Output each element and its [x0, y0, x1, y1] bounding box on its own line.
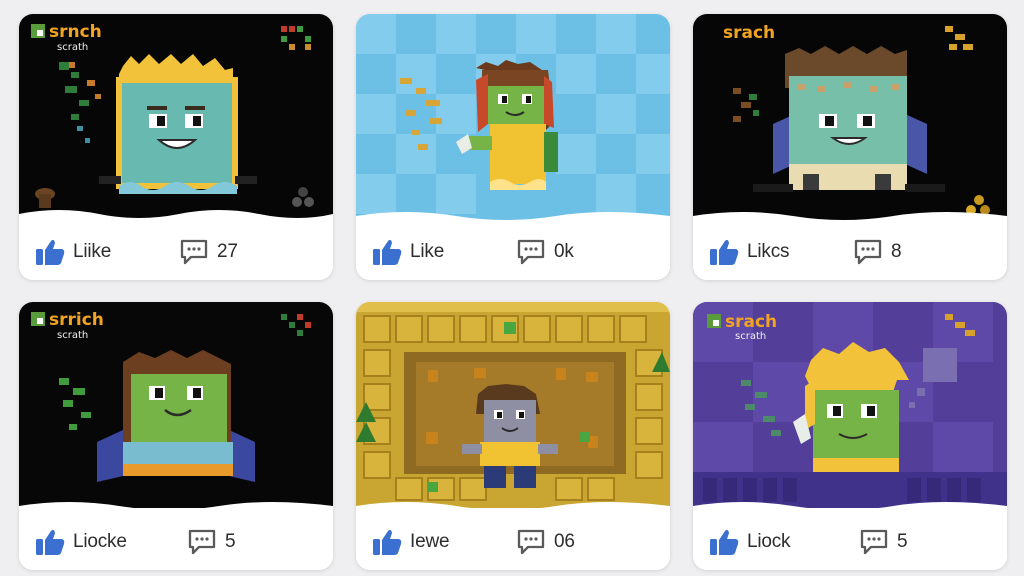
like-button[interactable]: Liike	[35, 238, 111, 266]
comment-count: 06	[554, 531, 575, 552]
like-label: Liocke	[73, 531, 127, 552]
comment-count: 27	[217, 241, 238, 262]
comment-bubble-icon	[516, 238, 546, 266]
like-label: Iewe	[410, 531, 450, 552]
svg-text:srach: srach	[723, 23, 775, 43]
comment-button[interactable]: 5	[187, 528, 236, 556]
like-label: Likcs	[747, 241, 790, 262]
comment-bubble-icon	[516, 528, 546, 556]
svg-text:srach: srach	[725, 312, 777, 332]
like-button[interactable]: Iewe	[372, 528, 450, 556]
project-card[interactable]: Like 0k	[356, 14, 670, 280]
svg-text:srnch: srnch	[49, 22, 102, 42]
comment-count: 5	[225, 531, 236, 552]
thumbnail-art	[356, 14, 670, 220]
thumbnail-art	[356, 302, 670, 508]
like-button[interactable]: Liock	[709, 528, 791, 556]
project-thumbnail[interactable]: srach	[693, 14, 1007, 220]
comment-button[interactable]: 0k	[516, 238, 574, 266]
like-label: Like	[410, 241, 445, 262]
project-thumbnail[interactable]	[356, 302, 670, 508]
card-footer: Likcs 8	[693, 220, 1007, 280]
comment-bubble-icon	[853, 238, 883, 266]
like-button[interactable]: Like	[372, 238, 444, 266]
project-thumbnail[interactable]	[356, 14, 670, 220]
card-footer: Liocke 5	[19, 510, 333, 570]
like-button[interactable]: Liocke	[35, 528, 127, 556]
project-thumbnail[interactable]: srrich scrath	[19, 302, 333, 508]
scratch-logo: srach	[723, 23, 775, 43]
comment-count: 5	[897, 531, 908, 552]
svg-text:scrath: scrath	[735, 331, 766, 342]
thumbnail-art: srach scrath	[693, 302, 1007, 508]
card-footer: Liock 5	[693, 510, 1007, 570]
comment-button[interactable]: 06	[516, 528, 575, 556]
thumbnail-art: srnch scrath	[19, 14, 333, 220]
like-label: Liock	[747, 531, 791, 552]
card-footer: Iewe 06	[356, 510, 670, 570]
thumbs-up-icon	[709, 238, 739, 266]
svg-text:scrath: scrath	[57, 42, 88, 53]
comment-bubble-icon	[859, 528, 889, 556]
project-card[interactable]: srach Likcs 8	[693, 14, 1007, 280]
thumbs-up-icon	[372, 528, 402, 556]
project-card[interactable]: srrich scrath Liocke 5	[19, 302, 333, 570]
card-footer: Like 0k	[356, 220, 670, 280]
thumbs-up-icon	[372, 238, 402, 266]
project-thumbnail[interactable]: srach scrath	[693, 302, 1007, 508]
card-footer: Liike 27	[19, 220, 333, 280]
comment-count: 8	[891, 241, 902, 262]
comment-bubble-icon	[179, 238, 209, 266]
project-thumbnail[interactable]: srnch scrath	[19, 14, 333, 220]
comment-button[interactable]: 27	[179, 238, 238, 266]
thumbnail-art: srach	[693, 14, 1007, 220]
project-card[interactable]: srach scrath Liock 5	[693, 302, 1007, 570]
comment-button[interactable]: 5	[859, 528, 908, 556]
like-label: Liike	[73, 241, 112, 262]
thumbs-up-icon	[35, 238, 65, 266]
comment-bubble-icon	[187, 528, 217, 556]
comment-count: 0k	[554, 241, 574, 262]
thumbs-up-icon	[35, 528, 65, 556]
project-card[interactable]: srnch scrath Liike 27	[19, 14, 333, 280]
svg-text:srrich: srrich	[49, 310, 104, 330]
svg-text:scrath: scrath	[57, 330, 88, 341]
thumbnail-art: srrich scrath	[19, 302, 333, 508]
thumbs-up-icon	[709, 528, 739, 556]
project-card[interactable]: Iewe 06	[356, 302, 670, 570]
comment-button[interactable]: 8	[853, 238, 902, 266]
like-button[interactable]: Likcs	[709, 238, 789, 266]
